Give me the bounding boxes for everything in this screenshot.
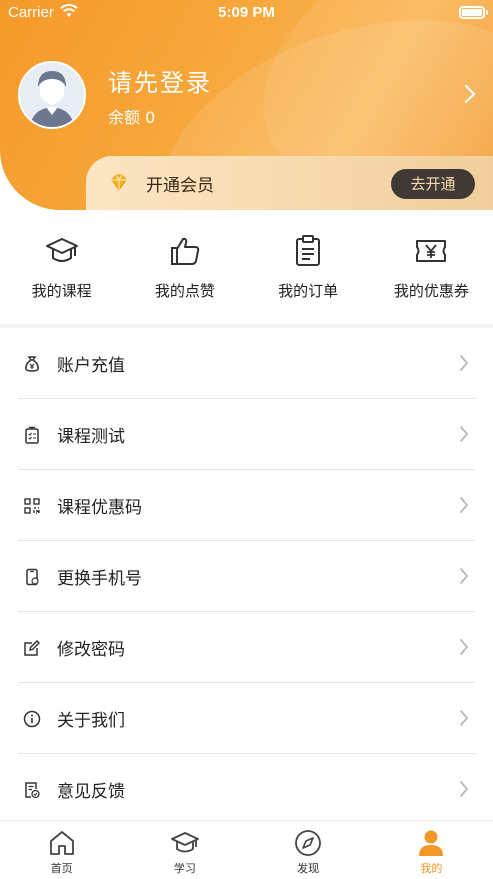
login-prompt[interactable]: 请先登录 余额 0: [18, 60, 488, 130]
test-clipboard-icon: [25, 426, 39, 444]
quick-label: 我的优惠券: [393, 282, 469, 300]
menu-item-change-password[interactable]: 修改密码: [0, 612, 493, 683]
quick-item-my-orders[interactable]: 我的订单: [247, 230, 370, 312]
tab-label: 首页: [50, 862, 73, 875]
menu-item-course-test[interactable]: 课程测试: [0, 399, 493, 470]
chevron-right-icon: [459, 496, 469, 518]
battery-icon: [459, 6, 488, 19]
money-bag-icon: [25, 355, 39, 372]
tab-label: 学习: [173, 862, 196, 875]
info-icon: [23, 710, 41, 727]
status-bar: Carrier 5:09 PM: [0, 0, 493, 26]
login-title: 请先登录: [108, 68, 212, 97]
profile-text: 请先登录 余额 0: [108, 63, 212, 128]
avatar[interactable]: [18, 61, 86, 129]
chevron-right-icon: [459, 354, 469, 376]
study-cap-icon: [170, 832, 199, 853]
vip-banner[interactable]: 开通会员 去开通: [86, 156, 493, 210]
graduation-cap-icon: [45, 238, 78, 262]
clock: 5:09 PM: [218, 4, 275, 21]
quick-actions: 我的课程 我的点赞 我的订单 我的优惠券: [0, 230, 493, 312]
quick-label: 我的点赞: [154, 282, 215, 300]
profile-header: Carrier 5:09 PM 请先登录 余额 0 开通会员 去开通: [0, 0, 493, 210]
menu-label: 课程优惠码: [57, 498, 142, 518]
person-icon: [419, 830, 444, 856]
quick-label: 我的课程: [31, 282, 92, 300]
chevron-right-icon: [459, 780, 469, 802]
menu-item-recharge[interactable]: 账户充值: [0, 328, 493, 399]
menu-label: 修改密码: [57, 640, 125, 660]
feedback-icon: [25, 781, 40, 798]
activate-vip-button[interactable]: 去开通: [391, 169, 475, 199]
chevron-right-icon: [459, 567, 469, 589]
tab-home[interactable]: 首页: [0, 821, 123, 879]
quick-item-my-likes[interactable]: 我的点赞: [123, 230, 246, 312]
diamond-icon: [111, 174, 127, 191]
menu-item-about-us[interactable]: 关于我们: [0, 683, 493, 754]
bottom-tab-bar: 首页 学习 发现 我的: [0, 820, 493, 879]
compass-icon: [295, 830, 322, 856]
yuan-coupon-icon: [416, 240, 447, 262]
tab-study[interactable]: 学习: [123, 821, 246, 879]
quick-item-my-coupons[interactable]: 我的优惠券: [370, 230, 493, 312]
vip-label: 开通会员: [146, 175, 214, 196]
home-icon: [49, 831, 74, 855]
phone-icon: [26, 568, 39, 585]
chevron-right-icon: [459, 425, 469, 447]
order-clipboard-icon: [296, 235, 321, 266]
menu-label: 更换手机号: [57, 569, 142, 589]
menu-label: 课程测试: [57, 427, 125, 447]
tab-label: 发现: [297, 862, 320, 875]
chevron-right-icon: [459, 638, 469, 660]
menu-item-change-phone[interactable]: 更换手机号: [0, 541, 493, 612]
default-avatar-icon: [20, 63, 84, 127]
menu-item-promo-code[interactable]: 课程优惠码: [0, 470, 493, 541]
balance-label: 余额 0: [108, 107, 156, 127]
menu-item-feedback[interactable]: 意见反馈: [0, 754, 493, 825]
quick-label: 我的订单: [278, 282, 339, 300]
qr-code-icon: [24, 497, 40, 514]
tab-discover[interactable]: 发现: [247, 821, 370, 879]
settings-menu: 账户充值 课程测试 课程优惠码 更换手机号 修改密码 关于我们 意见反馈: [0, 328, 493, 825]
thumbs-up-icon: [170, 237, 200, 265]
edit-icon: [24, 639, 40, 656]
chevron-right-icon: [459, 709, 469, 731]
menu-label: 意见反馈: [57, 782, 125, 802]
tab-mine[interactable]: 我的: [370, 821, 493, 879]
menu-label: 账户充值: [57, 356, 125, 376]
menu-label: 关于我们: [57, 711, 125, 731]
quick-item-my-courses[interactable]: 我的课程: [0, 230, 123, 312]
tab-label: 我的: [420, 862, 443, 875]
chevron-right-icon: [464, 84, 476, 108]
